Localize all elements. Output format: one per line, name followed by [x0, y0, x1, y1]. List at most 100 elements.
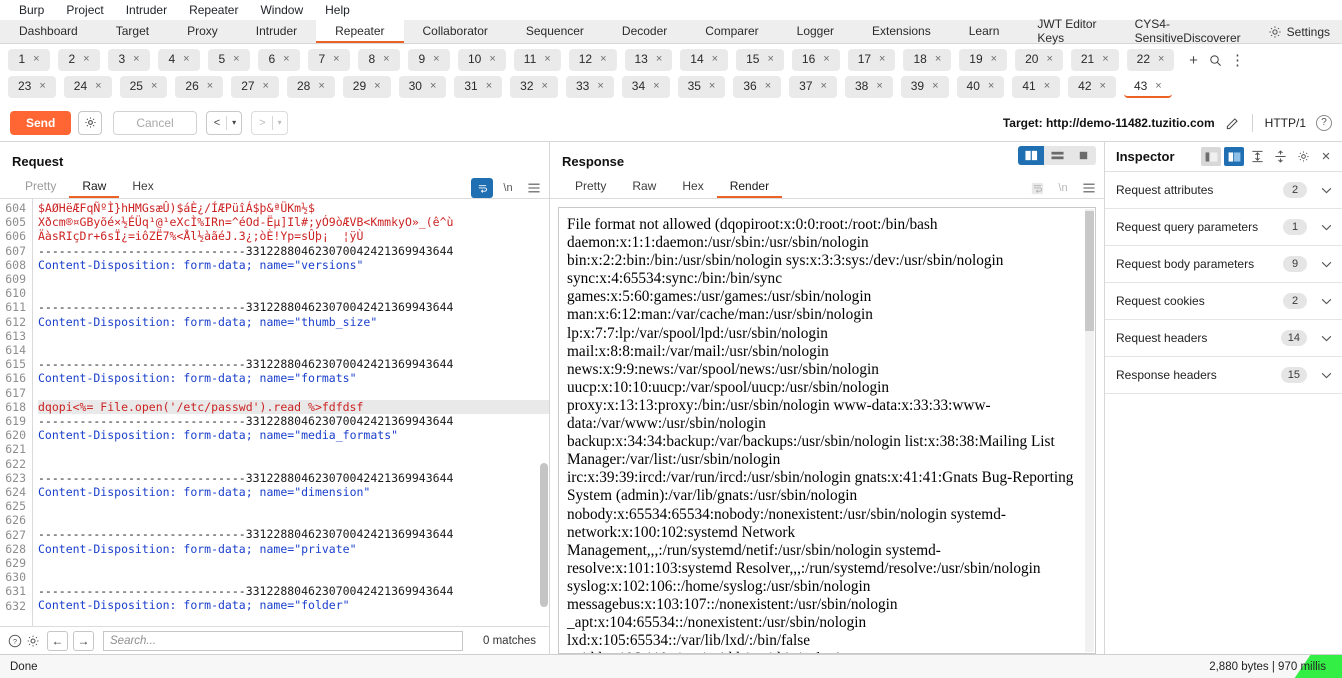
repeater-tab-9[interactable]: 9 × — [408, 49, 450, 71]
code-line[interactable] — [38, 272, 549, 286]
code-line[interactable]: ------------------------------3312288046… — [38, 584, 549, 598]
inspector-collapse-all-icon[interactable] — [1270, 147, 1290, 166]
repeater-tab-14[interactable]: 14 × — [680, 49, 729, 71]
code-line[interactable] — [38, 329, 549, 343]
close-icon[interactable]: × — [263, 80, 269, 92]
response-tab-hex[interactable]: Hex — [669, 175, 716, 198]
code-line[interactable] — [38, 513, 549, 527]
code-line[interactable] — [38, 286, 549, 300]
response-tab-pretty[interactable]: Pretty — [562, 175, 619, 198]
gear-icon[interactable] — [24, 632, 42, 650]
close-icon[interactable]: × — [1155, 80, 1161, 92]
close-icon[interactable]: × — [433, 53, 439, 65]
close-icon[interactable]: × — [95, 80, 101, 92]
close-icon[interactable]: × — [486, 80, 492, 92]
close-icon[interactable]: × — [233, 53, 239, 65]
chevron-down-icon[interactable] — [1321, 335, 1332, 342]
close-icon[interactable]: × — [932, 80, 938, 92]
repeater-tab-19[interactable]: 19 × — [959, 49, 1008, 71]
code-line[interactable]: Content-Disposition: form-data; name="ve… — [38, 258, 549, 272]
inspector-dock-right-button[interactable] — [1224, 147, 1244, 166]
menu-item-repeater[interactable]: Repeater — [178, 0, 249, 20]
help-icon[interactable]: ? — [1316, 114, 1332, 131]
repeater-tab-20[interactable]: 20 × — [1015, 49, 1063, 71]
menu-item-burp[interactable]: Burp — [8, 0, 55, 20]
find-next-button[interactable]: → — [73, 630, 94, 651]
repeater-tab-18[interactable]: 18 × — [903, 49, 952, 71]
response-scrollbar[interactable] — [1085, 209, 1094, 652]
code-line[interactable]: Content-Disposition: form-data; name="me… — [38, 428, 549, 442]
code-line[interactable]: ÄàsRIçDr+6sÏ¿=iôZË7%<Ål½àãéJ.3¿;òÈ!Yp=sÛ… — [38, 229, 549, 243]
inspector-section-request-body-parameters[interactable]: Request body parameters 9 — [1105, 246, 1342, 283]
send-options-button[interactable] — [78, 110, 103, 135]
tab-logger[interactable]: Logger — [778, 20, 853, 43]
repeater-tab-16[interactable]: 16 × — [791, 49, 840, 71]
tab-cys4-sensitive-discoverer[interactable]: CYS4-SensitiveDiscoverer — [1116, 17, 1260, 45]
layout-side-by-side-button[interactable] — [1018, 146, 1044, 165]
chevron-down-icon[interactable]: ▾ — [273, 118, 287, 127]
layout-stacked-button[interactable] — [1044, 146, 1070, 165]
repeater-tab-29[interactable]: 29 × — [342, 76, 391, 98]
repeater-tab-1[interactable]: 1 × — [8, 49, 50, 71]
show-newlines-icon[interactable]: \n — [1052, 178, 1074, 198]
code-line[interactable]: ------------------------------3312288046… — [38, 414, 549, 428]
request-menu-icon[interactable] — [523, 178, 545, 198]
close-icon[interactable]: × — [374, 80, 380, 92]
inspector-section-request-headers[interactable]: Request headers 14 — [1105, 320, 1342, 357]
close-icon[interactable]: × — [318, 80, 324, 92]
close-icon[interactable]: × — [83, 53, 89, 65]
response-tab-raw[interactable]: Raw — [619, 175, 669, 198]
chevron-down-icon[interactable] — [1321, 224, 1332, 231]
repeater-tab-8[interactable]: 8 × — [358, 49, 400, 71]
word-wrap-toggle-icon[interactable] — [1026, 178, 1048, 198]
code-line[interactable]: Content-Disposition: form-data; name="th… — [38, 315, 549, 329]
repeater-tab-26[interactable]: 26 × — [175, 76, 224, 98]
tab-target[interactable]: Target — [97, 20, 168, 43]
request-scrollbar[interactable] — [540, 201, 548, 624]
close-icon[interactable]: × — [765, 80, 771, 92]
back-button[interactable]: < ▾ — [205, 110, 243, 135]
repeater-tab-28[interactable]: 28 × — [286, 76, 335, 98]
tab-extensions[interactable]: Extensions — [853, 20, 950, 43]
chevron-down-icon[interactable]: ▾ — [227, 118, 241, 127]
code-line[interactable] — [38, 612, 549, 626]
code-line[interactable] — [38, 442, 549, 456]
menu-item-window[interactable]: Window — [249, 0, 314, 20]
close-icon[interactable]: × — [489, 53, 495, 65]
close-icon[interactable]: × — [133, 53, 139, 65]
inspector-section-response-headers[interactable]: Response headers 15 — [1105, 357, 1342, 394]
request-tab-raw[interactable]: Raw — [69, 175, 120, 198]
repeater-tab-27[interactable]: 27 × — [231, 76, 279, 98]
tab-learn[interactable]: Learn — [950, 20, 1019, 43]
repeater-tab-24[interactable]: 24 × — [63, 76, 112, 98]
code-line[interactable] — [38, 499, 549, 513]
repeater-tab-15[interactable]: 15 × — [736, 49, 784, 71]
inspector-section-request-attributes[interactable]: Request attributes 2 — [1105, 172, 1342, 209]
repeater-tab-36[interactable]: 36 × — [733, 76, 782, 98]
close-icon[interactable]: × — [823, 53, 829, 65]
code-line[interactable] — [38, 556, 549, 570]
code-line[interactable] — [38, 570, 549, 584]
code-line[interactable]: ------------------------------3312288046… — [38, 300, 549, 314]
close-icon[interactable]: × — [542, 80, 548, 92]
repeater-tab-31[interactable]: 31 × — [454, 76, 503, 98]
close-icon[interactable]: × — [876, 80, 882, 92]
code-line[interactable] — [38, 343, 549, 357]
search-icon[interactable] — [1204, 49, 1226, 71]
tab-intruder[interactable]: Intruder — [237, 20, 316, 43]
tab-comparer[interactable]: Comparer — [686, 20, 777, 43]
repeater-tab-5[interactable]: 5 × — [208, 49, 250, 71]
close-icon[interactable]: × — [653, 80, 659, 92]
close-icon[interactable]: × — [600, 53, 606, 65]
request-code[interactable]: $AØHëÆFqÑºÌ}hHMGsæÛ)$áÈ¿/ÍÆPüîÁ$þ&ªÜKm½$… — [33, 199, 549, 626]
repeater-tab-30[interactable]: 30 × — [398, 76, 447, 98]
repeater-tab-7[interactable]: 7 × — [308, 49, 350, 71]
tab-decoder[interactable]: Decoder — [603, 20, 686, 43]
repeater-tab-23[interactable]: 23 × — [8, 76, 56, 98]
close-icon[interactable]: × — [430, 80, 436, 92]
code-line[interactable]: ------------------------------3312288046… — [38, 471, 549, 485]
close-icon[interactable]: × — [1044, 80, 1050, 92]
repeater-tab-22[interactable]: 22 × — [1126, 49, 1175, 71]
repeater-tab-37[interactable]: 37 × — [789, 76, 837, 98]
chevron-down-icon[interactable] — [1321, 298, 1332, 305]
